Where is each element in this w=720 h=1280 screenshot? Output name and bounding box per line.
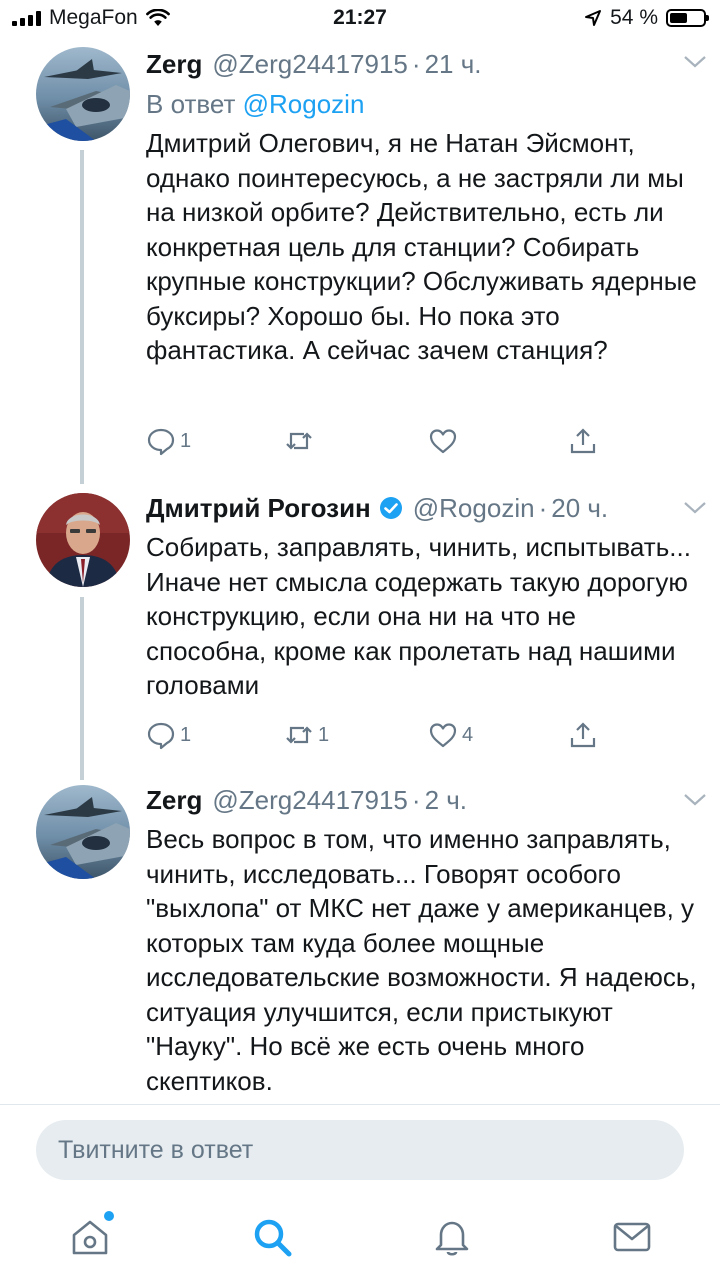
bottom-tab-bar xyxy=(0,1195,720,1280)
reply-button[interactable]: 1 xyxy=(146,720,191,750)
retweet-icon xyxy=(286,726,312,744)
like-button[interactable]: 4 xyxy=(428,720,473,750)
tab-home[interactable] xyxy=(68,1211,114,1259)
heart-icon xyxy=(429,429,457,454)
tweet-actions: 1 1 4 xyxy=(146,720,606,754)
jet-avatar-image xyxy=(36,47,130,141)
chevron-down-icon[interactable] xyxy=(682,790,708,810)
tweet-time: 20 ч. xyxy=(551,492,609,523)
author-handle[interactable]: @Zerg24417915 xyxy=(212,49,408,80)
tweet-text: Дмитрий Олегович, я не Натан Эйсмонт, од… xyxy=(146,128,697,365)
avatar[interactable] xyxy=(36,785,130,879)
tweet-header: Дмитрий Рогозин @Rogozin · 20 ч. xyxy=(146,488,702,528)
reply-button[interactable]: 1 xyxy=(146,426,191,456)
separator-dot: · xyxy=(538,492,548,523)
avatar[interactable] xyxy=(36,47,130,141)
share-icon xyxy=(570,722,596,748)
status-bar: MegaFon 21:27 54 % xyxy=(0,0,720,36)
reply-context: В ответ @Rogozin xyxy=(146,84,702,124)
reply-count: 1 xyxy=(180,429,192,452)
tweet-time: 2 ч. xyxy=(424,784,468,815)
tweet-actions: 1 xyxy=(146,426,606,460)
reply-mention-link[interactable]: @Rogozin xyxy=(243,89,365,119)
like-count: 4 xyxy=(462,723,474,746)
heart-icon xyxy=(429,723,457,748)
separator-dot: · xyxy=(411,784,421,815)
twitter-thread-screen: MegaFon 21:27 54 % Zerg @Zerg24417915 · … xyxy=(0,0,720,1280)
jet-avatar-image xyxy=(36,785,130,879)
author-name[interactable]: Дмитрий Рогозин xyxy=(146,493,371,524)
share-icon xyxy=(570,428,596,454)
location-arrow-icon xyxy=(585,10,602,26)
retweet-button[interactable]: 1 xyxy=(284,720,329,750)
author-name[interactable]: Zerg xyxy=(146,49,202,80)
battery-fill xyxy=(670,13,688,23)
notification-dot xyxy=(104,1211,114,1221)
tweet-text: Собирать, заправлять, чинить, испытывать… xyxy=(146,532,691,700)
thread-connector xyxy=(80,597,84,780)
reply-input[interactable] xyxy=(36,1120,684,1180)
avatar[interactable] xyxy=(36,493,130,587)
reply-icon xyxy=(147,428,175,456)
author-name[interactable]: Zerg xyxy=(146,785,202,816)
tweet-time: 21 ч. xyxy=(424,48,482,79)
reply-icon xyxy=(147,722,175,750)
bell-icon xyxy=(435,1221,469,1256)
search-icon xyxy=(254,1219,292,1257)
like-button[interactable] xyxy=(428,426,462,456)
home-icon xyxy=(72,1220,108,1255)
chevron-down-icon[interactable] xyxy=(682,498,708,518)
reply-compose-box[interactable] xyxy=(36,1120,684,1180)
tab-search[interactable] xyxy=(250,1215,294,1259)
thread-connector xyxy=(80,150,84,484)
tab-messages[interactable] xyxy=(610,1215,654,1259)
retweet-button[interactable] xyxy=(284,426,318,456)
share-button[interactable] xyxy=(568,720,598,750)
share-button[interactable] xyxy=(568,426,598,456)
author-handle[interactable]: @Zerg24417915 xyxy=(212,785,408,816)
tweet-text: Весь вопрос в том, что именно заправлять… xyxy=(146,824,697,1096)
reply-count: 1 xyxy=(180,723,192,746)
tweet-header: Zerg @Zerg24417915 · 21 ч. xyxy=(146,44,702,84)
separator-dot: · xyxy=(411,48,421,79)
portrait-avatar-image xyxy=(36,493,130,587)
retweet-icon xyxy=(286,432,312,450)
chevron-down-icon[interactable] xyxy=(682,52,708,72)
battery-percent: 54 % xyxy=(610,6,658,29)
verified-badge-icon xyxy=(379,497,402,519)
reply-prefix: В ответ xyxy=(146,89,236,119)
status-right: 54 % xyxy=(584,6,709,30)
tab-notifications[interactable] xyxy=(430,1215,474,1259)
retweet-count: 1 xyxy=(318,723,330,746)
battery-icon xyxy=(666,9,709,27)
author-handle[interactable]: @Rogozin xyxy=(413,493,535,524)
mail-icon xyxy=(613,1222,651,1252)
tweet-header: Zerg @Zerg24417915 · 2 ч. xyxy=(146,780,702,820)
